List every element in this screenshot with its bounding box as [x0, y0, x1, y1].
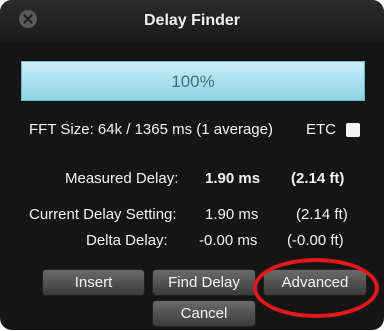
find-delay-button[interactable]: Find Delay	[152, 269, 256, 296]
delta-delay-label: Delta Delay:	[86, 232, 168, 249]
etc-checkbox[interactable]	[346, 123, 360, 137]
current-delay-ft: (2.14 ft)	[296, 206, 348, 223]
cancel-button[interactable]: Cancel	[152, 300, 256, 327]
progress-label: 100%	[171, 72, 215, 91]
current-delay-ms: 1.90 ms	[205, 206, 259, 223]
delta-delay-ft: (-0.00 ft)	[287, 232, 344, 249]
window-title: Delay Finder	[143, 12, 241, 29]
measured-delay-label: Measured Delay:	[65, 170, 179, 187]
fft-size-label: FFT Size: 64k / 1365 ms (1 average)	[29, 121, 273, 138]
measured-delay-ms: 1.90 ms	[205, 170, 261, 187]
delay-finder-window: Delay Finder 100% FFT Size: 64k / 1365 m…	[0, 0, 384, 330]
delta-delay-ms: -0.00 ms	[199, 232, 258, 249]
measured-delay-ft: (2.14 ft)	[291, 170, 345, 187]
insert-button[interactable]: Insert	[42, 269, 145, 296]
etc-label: ETC	[306, 121, 336, 138]
annotation-circle	[253, 258, 379, 318]
progress-bar: 100%	[21, 61, 365, 101]
title-bar: Delay Finder	[0, 0, 384, 41]
current-delay-label: Current Delay Setting:	[29, 206, 177, 223]
